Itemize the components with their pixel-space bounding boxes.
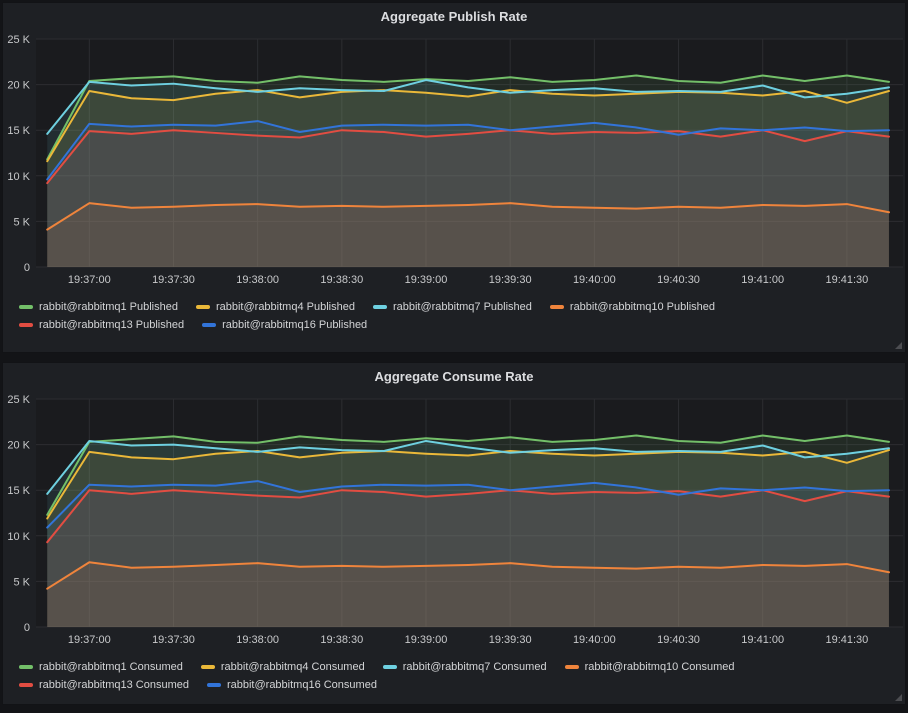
dashboard: Aggregate Publish Rate 0 5 K 10 K 15 K 20 K 2… (0, 0, 908, 707)
consume-rate-chart[interactable]: 0 5 K 10 K 15 K 20 K 25 K 19:37:00 19:37:30 19:3… (3, 389, 907, 649)
legend-item[interactable]: rabbit@rabbitmq13 Published (19, 319, 184, 331)
series-fill-5 (47, 121, 889, 267)
x-tick-label: 19:41:30 (825, 274, 868, 286)
legend-item[interactable]: rabbit@rabbitmq16 Published (202, 319, 367, 331)
x-tick-label: 19:38:00 (236, 274, 279, 286)
y-tick-label: 0 (24, 622, 30, 634)
legend: rabbit@rabbitmq1 Published rabbit@rabbitm… (3, 289, 905, 331)
x-tick-label: 19:37:30 (152, 634, 195, 646)
legend-label: rabbit@rabbitmq10 Published (570, 301, 715, 313)
publish-rate-chart[interactable]: 0 5 K 10 K 15 K 20 K 25 K 19:37:00 19:37:30 19:3… (3, 29, 907, 289)
y-tick-label: 10 K (7, 531, 30, 543)
legend-label: rabbit@rabbitmq4 Consumed (221, 661, 365, 673)
legend-swatch (383, 665, 397, 669)
panel-resize-handle[interactable] (895, 694, 902, 701)
legend-label: rabbit@rabbitmq16 Published (222, 319, 367, 331)
panel-resize-handle[interactable] (895, 342, 902, 349)
x-tick-label: 19:40:00 (573, 634, 616, 646)
legend-label: rabbit@rabbitmq10 Consumed (585, 661, 735, 673)
x-tick-label: 19:37:30 (152, 274, 195, 286)
legend-swatch (550, 305, 564, 309)
legend-item[interactable]: rabbit@rabbitmq1 Published (19, 301, 178, 313)
legend-item[interactable]: rabbit@rabbitmq16 Consumed (207, 679, 377, 691)
y-tick-label: 25 K (7, 34, 30, 46)
legend-swatch (196, 305, 210, 309)
panel-consume-rate: Aggregate Consume Rate 0 5 K 10 K 15 K 20 K 2… (2, 362, 906, 705)
x-tick-label: 19:41:30 (825, 634, 868, 646)
legend-item[interactable]: rabbit@rabbitmq4 Published (196, 301, 355, 313)
legend-label: rabbit@rabbitmq7 Consumed (403, 661, 547, 673)
legend-label: rabbit@rabbitmq1 Consumed (39, 661, 183, 673)
legend-swatch (19, 323, 33, 327)
y-tick-label: 5 K (13, 216, 30, 228)
legend-label: rabbit@rabbitmq13 Consumed (39, 679, 189, 691)
legend-item[interactable]: rabbit@rabbitmq4 Consumed (201, 661, 365, 673)
x-tick-label: 19:38:30 (320, 274, 363, 286)
x-tick-label: 19:40:30 (657, 274, 700, 286)
legend: rabbit@rabbitmq1 Consumed rabbit@rabbitmq… (3, 649, 905, 691)
x-tick-label: 19:38:30 (320, 634, 363, 646)
x-tick-label: 19:41:00 (741, 274, 784, 286)
legend-swatch (565, 665, 579, 669)
legend-label: rabbit@rabbitmq4 Published (216, 301, 355, 313)
legend-item[interactable]: rabbit@rabbitmq10 Published (550, 301, 715, 313)
legend-swatch (373, 305, 387, 309)
legend-swatch (207, 683, 221, 687)
legend-swatch (201, 665, 215, 669)
legend-item[interactable]: rabbit@rabbitmq13 Consumed (19, 679, 189, 691)
legend-swatch (19, 665, 33, 669)
legend-swatch (19, 683, 33, 687)
legend-swatch (19, 305, 33, 309)
x-tick-label: 19:39:30 (489, 634, 532, 646)
legend-item[interactable]: rabbit@rabbitmq7 Published (373, 301, 532, 313)
y-tick-label: 10 K (7, 171, 30, 183)
y-tick-label: 15 K (7, 485, 30, 497)
x-tick-label: 19:37:00 (68, 274, 111, 286)
y-tick-label: 25 K (7, 394, 30, 406)
legend-label: rabbit@rabbitmq16 Consumed (227, 679, 377, 691)
x-tick-label: 19:38:00 (236, 634, 279, 646)
y-tick-label: 5 K (13, 576, 30, 588)
legend-label: rabbit@rabbitmq7 Published (393, 301, 532, 313)
x-tick-label: 19:39:00 (405, 634, 448, 646)
x-tick-label: 19:39:30 (489, 274, 532, 286)
legend-item[interactable]: rabbit@rabbitmq10 Consumed (565, 661, 735, 673)
legend-label: rabbit@rabbitmq1 Published (39, 301, 178, 313)
legend-item[interactable]: rabbit@rabbitmq1 Consumed (19, 661, 183, 673)
x-tick-label: 19:40:30 (657, 634, 700, 646)
y-tick-label: 0 (24, 262, 30, 274)
panel-publish-rate: Aggregate Publish Rate 0 5 K 10 K 15 K 20 K 2… (2, 2, 906, 353)
legend-swatch (202, 323, 216, 327)
x-tick-label: 19:39:00 (405, 274, 448, 286)
y-tick-label: 20 K (7, 80, 30, 92)
legend-item[interactable]: rabbit@rabbitmq7 Consumed (383, 661, 547, 673)
panel-title[interactable]: Aggregate Publish Rate (3, 3, 905, 29)
legend-label: rabbit@rabbitmq13 Published (39, 319, 184, 331)
panel-title[interactable]: Aggregate Consume Rate (3, 363, 905, 389)
x-tick-label: 19:37:00 (68, 634, 111, 646)
x-tick-label: 19:41:00 (741, 634, 784, 646)
x-tick-label: 19:40:00 (573, 274, 616, 286)
series-fill-5 (47, 481, 889, 627)
y-tick-label: 15 K (7, 125, 30, 137)
y-tick-label: 20 K (7, 440, 30, 452)
